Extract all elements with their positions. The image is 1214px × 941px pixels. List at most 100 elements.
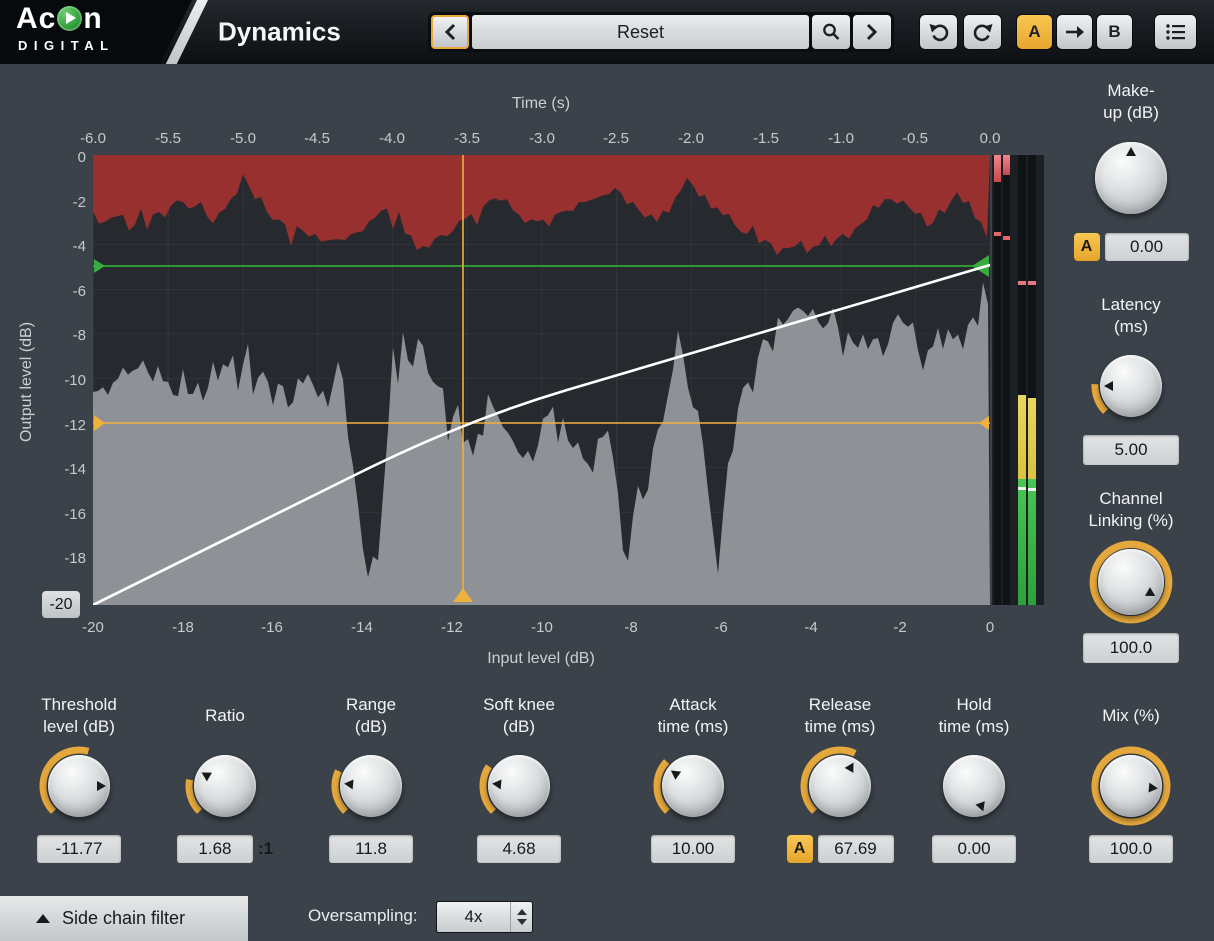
time-tick: -1.0 xyxy=(816,130,866,147)
input-tick: -4 xyxy=(786,619,836,636)
soft-knee-value[interactable]: 4.68 xyxy=(477,835,561,863)
output-axis-title: Output level (dB) xyxy=(18,322,36,442)
menu-list-icon xyxy=(1165,22,1187,42)
time-tick: -6.0 xyxy=(68,130,118,147)
channel-linking-value[interactable]: 100.0 xyxy=(1083,633,1179,663)
oversampling-select[interactable]: 4x xyxy=(436,901,533,933)
hold-label: Hold xyxy=(957,694,992,716)
attack-value[interactable]: 10.00 xyxy=(651,835,735,863)
ratio-label: Ratio xyxy=(205,705,245,727)
spinner-down-icon xyxy=(517,919,527,925)
ab-copy-button[interactable] xyxy=(1056,14,1093,50)
release-automation-badge[interactable]: A xyxy=(787,835,813,863)
attack-knob[interactable] xyxy=(651,744,735,828)
channel-linking-label: Linking (%) xyxy=(1088,510,1173,532)
mix-knob[interactable] xyxy=(1089,744,1173,828)
makeup-label: up (dB) xyxy=(1103,102,1159,124)
side-chain-filter-button[interactable]: Side chain filter xyxy=(0,896,248,941)
oversampling-label: Oversampling: xyxy=(308,906,418,926)
soft-knee-label: (dB) xyxy=(503,716,535,738)
oversampling-value: 4x xyxy=(437,907,510,927)
output-tick: -2 xyxy=(38,194,86,211)
undo-icon xyxy=(928,22,950,42)
output-tick: -10 xyxy=(38,372,86,389)
time-tick: -0.5 xyxy=(890,130,940,147)
time-tick: -4.5 xyxy=(292,130,342,147)
soft-knee-label: Soft knee xyxy=(483,694,555,716)
time-tick: -3.0 xyxy=(517,130,567,147)
input-tick: -2 xyxy=(875,619,925,636)
makeup-automation-badge[interactable]: A xyxy=(1074,233,1100,261)
threshold-value[interactable]: -11.77 xyxy=(37,835,121,863)
release-label: Release xyxy=(809,694,871,716)
brand-subtitle: DIGITAL xyxy=(18,38,115,53)
reduction-segment xyxy=(1003,155,1010,175)
makeup-control-group: Make- up (dB) A 0.00 xyxy=(1056,78,1206,261)
arrow-right-icon xyxy=(1065,25,1085,39)
ratio-control-group: Ratio 1.68 :1 xyxy=(150,692,300,863)
redo-icon xyxy=(972,22,994,42)
makeup-label: Make- xyxy=(1107,80,1154,102)
dropdown-spinner[interactable] xyxy=(510,902,532,932)
attack-label: Attack xyxy=(669,694,716,716)
hold-value[interactable]: 0.00 xyxy=(932,835,1016,863)
threshold-control-group: Threshold level (dB) -11.77 xyxy=(4,692,154,863)
ab-select-a-button[interactable]: A xyxy=(1016,14,1053,50)
soft-knee-knob-marker xyxy=(473,740,564,831)
makeup-value[interactable]: 0.00 xyxy=(1105,233,1189,261)
channel-linking-knob[interactable] xyxy=(1087,538,1175,626)
latency-knob[interactable] xyxy=(1089,344,1173,428)
preset-next-button[interactable] xyxy=(853,15,891,49)
threshold-label: Threshold xyxy=(41,694,117,716)
preset-name-display[interactable]: Reset xyxy=(472,15,809,49)
range-knob[interactable] xyxy=(329,744,413,828)
release-knob[interactable] xyxy=(798,744,882,828)
time-tick: 0.0 xyxy=(965,130,1015,147)
undo-button[interactable] xyxy=(919,14,958,50)
clip-peak-hold xyxy=(1028,281,1036,285)
preset-previous-button[interactable] xyxy=(431,15,469,49)
reduction-segment xyxy=(994,155,1001,182)
dynamics-graph[interactable] xyxy=(93,155,990,605)
graph-canvas xyxy=(93,155,990,605)
release-label: time (ms) xyxy=(805,716,876,738)
soft-knee-knob[interactable] xyxy=(477,744,561,828)
output-tick: -6 xyxy=(38,283,86,300)
ratio-suffix: :1 xyxy=(258,839,273,859)
threshold-label: level (dB) xyxy=(43,716,115,738)
release-control-group: Release time (ms) A 67.69 xyxy=(765,692,915,863)
threshold-knob[interactable] xyxy=(37,744,121,828)
output-meter-right xyxy=(1028,155,1036,605)
range-knob-marker xyxy=(325,740,416,831)
output-waveform xyxy=(93,155,990,255)
redo-button[interactable] xyxy=(963,14,1002,50)
ab-compare-group: A B xyxy=(1016,14,1133,50)
latency-label: (ms) xyxy=(1114,316,1148,338)
range-limit-left-handle[interactable] xyxy=(94,259,105,273)
mix-value[interactable]: 100.0 xyxy=(1089,835,1173,863)
chevron-right-icon xyxy=(866,23,878,41)
chevron-left-icon xyxy=(444,23,456,41)
latency-control-group: Latency (ms) 5.00 xyxy=(1056,292,1206,465)
main-menu-button[interactable] xyxy=(1154,14,1197,50)
page-title: Dynamics xyxy=(218,17,341,48)
reduction-peak-hold xyxy=(1003,236,1010,240)
preset-search-button[interactable] xyxy=(812,15,850,49)
top-toolbar: Acn DIGITAL Dynamics Reset xyxy=(0,0,1214,64)
time-tick: -4.0 xyxy=(367,130,417,147)
latency-knob-marker xyxy=(1089,344,1173,428)
hold-knob[interactable] xyxy=(932,744,1016,828)
output-tick: -4 xyxy=(38,238,86,255)
side-chain-filter-label: Side chain filter xyxy=(62,908,185,929)
meter-green-segment xyxy=(1028,479,1036,605)
range-control-group: Range (dB) 11.8 xyxy=(296,692,446,863)
mix-knob-marker xyxy=(1085,740,1176,831)
makeup-knob-marker xyxy=(1083,130,1179,226)
brand-name: Acn xyxy=(16,2,103,36)
input-tick: -18 xyxy=(158,619,208,636)
ratio-knob[interactable] xyxy=(183,744,267,828)
range-value[interactable]: 11.8 xyxy=(329,835,413,863)
ab-select-b-button[interactable]: B xyxy=(1096,14,1133,50)
latency-value[interactable]: 5.00 xyxy=(1083,435,1179,465)
makeup-knob[interactable] xyxy=(1083,130,1179,226)
